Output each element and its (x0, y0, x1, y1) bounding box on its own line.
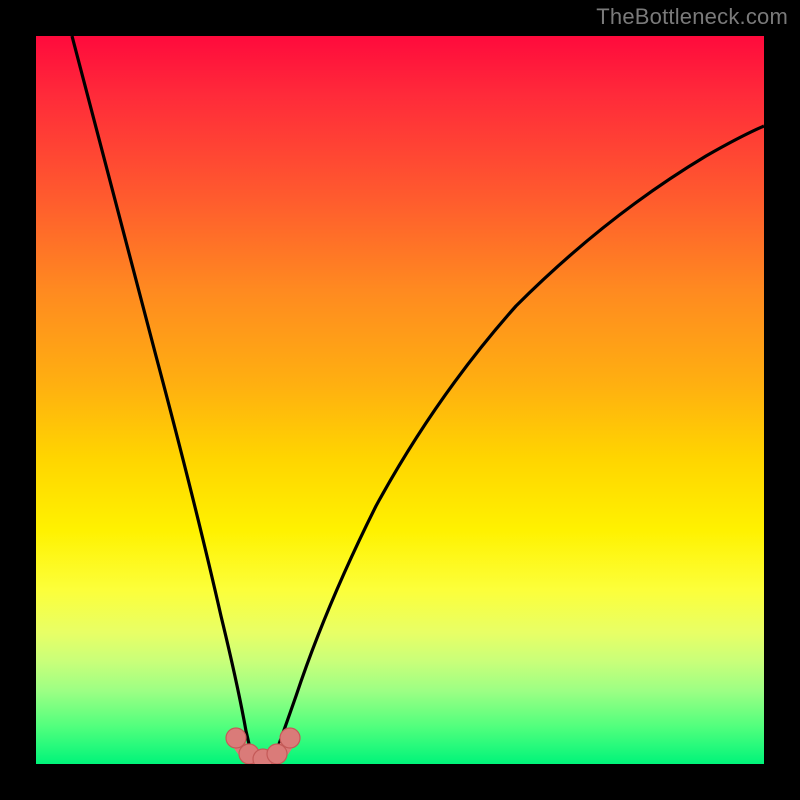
valley-dot (280, 728, 300, 748)
left-curve (72, 36, 252, 758)
curves-svg (36, 36, 764, 764)
chart-frame: TheBottleneck.com (0, 0, 800, 800)
plot-area (36, 36, 764, 764)
valley-dot (226, 728, 246, 748)
right-curve (274, 126, 764, 758)
watermark-text: TheBottleneck.com (596, 4, 788, 30)
valley-dot (267, 744, 287, 764)
